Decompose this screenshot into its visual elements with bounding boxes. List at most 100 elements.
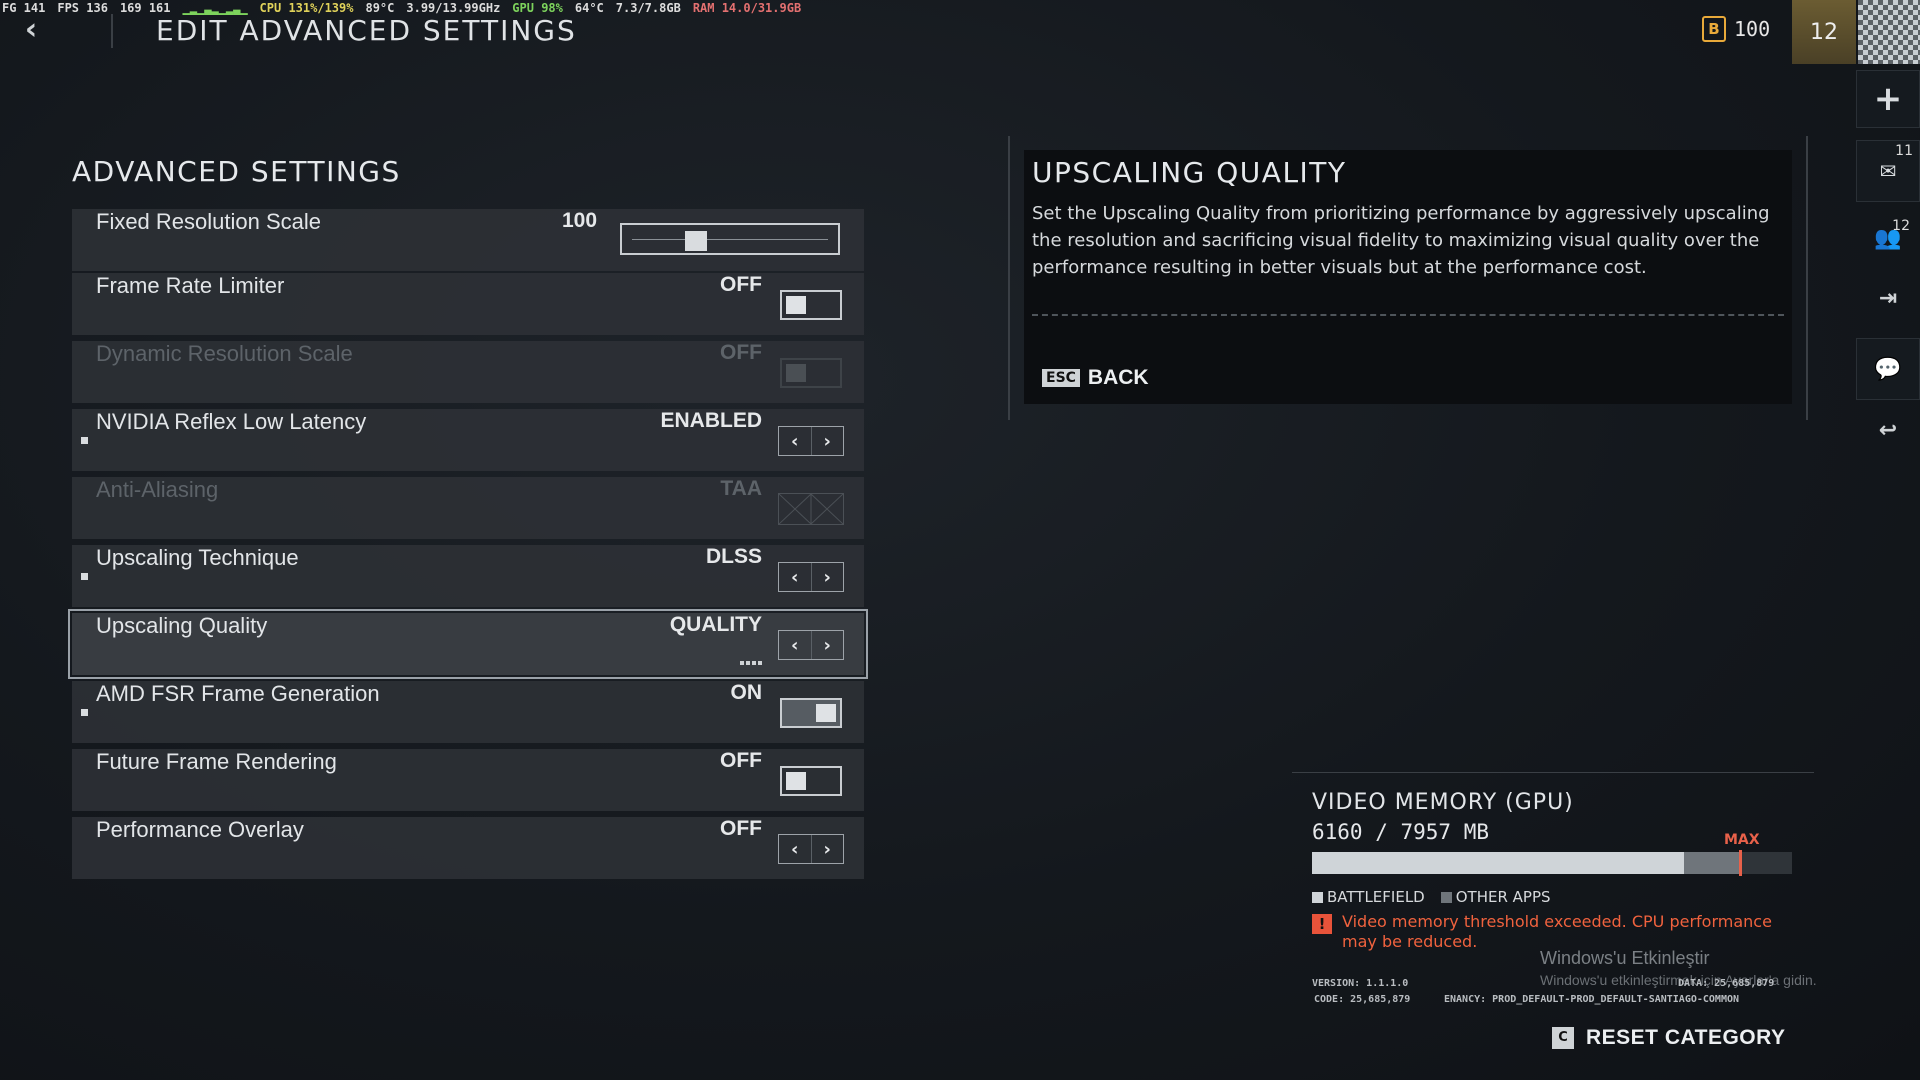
setting-label: Fixed Resolution Scale (96, 209, 322, 234)
esc-back-button[interactable]: ESC BACK (1042, 366, 1149, 390)
back-button[interactable]: ‹ (14, 14, 48, 48)
gpu-temp-readout: 64°C (574, 1, 604, 15)
tenancy-text: ENANCY: PROD_DEFAULT-PROD_DEFAULT-SANTIA… (1444, 994, 1740, 1005)
chevron-right-icon[interactable]: › (810, 563, 844, 591)
chevron-left-icon[interactable]: ‹ (779, 563, 811, 591)
rank-badge[interactable]: 12 (1792, 0, 1856, 64)
code-text: CODE: 25,685,879 (1314, 994, 1411, 1005)
back-label: BACK (1087, 366, 1149, 389)
setting-value: DLSS (705, 545, 762, 568)
info-description: Set the Upscaling Quality from prioritiz… (1032, 203, 1770, 278)
other-apps-usage-fill (1684, 852, 1742, 874)
dynamic-resolution-toggle (780, 358, 842, 388)
chat-bubble-icon: 💬 (1874, 356, 1902, 382)
setting-row-upscaling-quality[interactable]: Upscaling Quality QUALITY ‹ › (68, 609, 868, 679)
changed-indicator (81, 437, 88, 444)
mail-icon: ✉ (1879, 159, 1897, 183)
option-arrows: ‹ › (778, 630, 844, 660)
setting-row-nvidia-reflex[interactable]: NVIDIA Reflex Low Latency ENABLED ‹ › (72, 409, 864, 471)
exit-party-button[interactable]: ↩ (1860, 408, 1916, 452)
disabled-arrows (778, 493, 844, 525)
info-panel: UPSCALING QUALITY Set the Upscaling Qual… (1024, 150, 1792, 404)
setting-label: Performance Overlay (96, 817, 304, 842)
cpu-temp-readout: 89°C (365, 1, 395, 15)
setting-label: Anti-Aliasing (96, 477, 219, 502)
vram-readout: 7.3/7.8GB (615, 1, 681, 15)
video-memory-value: 6160 / 7957 MB (1312, 820, 1490, 844)
warning-text: Video memory threshold exceeded. CPU per… (1342, 912, 1772, 951)
plus-icon: + (1873, 79, 1903, 119)
warning-icon: ! (1312, 914, 1332, 934)
legend-swatch (1440, 892, 1452, 903)
cpu-clock-readout: 3.99/13.99GHz (406, 1, 501, 15)
rank-number: 12 (1810, 19, 1838, 45)
setting-row-fixed-resolution-scale[interactable]: Fixed Resolution Scale 100 (72, 209, 864, 271)
inbox-button[interactable]: 11 ✉ (1856, 140, 1920, 202)
battlefield-usage-fill (1312, 852, 1684, 874)
currency-display[interactable]: B 100 (1702, 16, 1770, 42)
fsr-frame-generation-toggle[interactable] (780, 698, 842, 728)
add-friend-button[interactable]: + (1856, 70, 1920, 128)
chevron-right-icon[interactable]: › (810, 631, 844, 659)
frametime-graph: ▁▂▁▃▂▁▂▃▁ (182, 1, 248, 15)
fps-range-readout: 169 161 (119, 1, 171, 15)
c-key-icon: C (1552, 1027, 1574, 1049)
changed-indicator (81, 573, 88, 580)
squad-join-button[interactable]: ⇥ (1860, 276, 1916, 320)
reset-category-label: RESET CATEGORY (1586, 1026, 1786, 1049)
data-text: DATA: 25,685,879 (1678, 978, 1775, 989)
memory-legend: BATTLEFIELD OTHER APPS (1312, 888, 1551, 906)
setting-value: OFF (720, 749, 762, 772)
setting-value: ENABLED (660, 409, 762, 432)
setting-row-future-frame-rendering[interactable]: Future Frame Rendering OFF (72, 749, 864, 811)
info-title: UPSCALING QUALITY (1032, 156, 1347, 189)
info-divider (1032, 314, 1784, 316)
arrow-into-box-icon: ⇥ (1878, 285, 1898, 311)
legend-label: BATTLEFIELD (1327, 888, 1425, 906)
chevron-right-icon[interactable]: › (810, 835, 844, 863)
page-title: EDIT ADVANCED SETTINGS (156, 14, 577, 47)
toggle-knob (816, 704, 836, 722)
toggle-knob (786, 296, 806, 314)
setting-label: NVIDIA Reflex Low Latency (96, 409, 367, 434)
disabled-cross-icon (778, 493, 844, 525)
chevron-left-icon: ‹ (24, 12, 38, 47)
setting-label: Dynamic Resolution Scale (96, 341, 353, 366)
setting-label: Frame Rate Limiter (96, 273, 285, 298)
avatar[interactable] (1858, 0, 1920, 64)
frame-rate-limiter-toggle[interactable] (780, 290, 842, 320)
max-threshold-marker (1739, 850, 1743, 876)
section-title: ADVANCED SETTINGS (72, 155, 401, 188)
resolution-scale-slider[interactable] (620, 223, 840, 255)
option-position-dots (740, 661, 762, 665)
battlefield-coin-icon: B (1702, 16, 1726, 42)
setting-row-performance-overlay[interactable]: Performance Overlay OFF ‹ › (72, 817, 864, 879)
cpu-readout: CPU 131%/139% (259, 1, 354, 15)
setting-row-anti-aliasing: Anti-Aliasing TAA (72, 477, 864, 539)
chevron-left-icon[interactable]: ‹ (779, 835, 811, 863)
slider-track (632, 239, 828, 240)
setting-label: Future Frame Rendering (96, 749, 337, 774)
chevron-right-icon[interactable]: › (810, 427, 844, 455)
chevron-left-icon[interactable]: ‹ (779, 427, 811, 455)
future-frame-rendering-toggle[interactable] (780, 766, 842, 796)
setting-row-amd-fsr-frame-generation[interactable]: AMD FSR Frame Generation ON (72, 681, 864, 743)
reset-category-button[interactable]: C RESET CATEGORY (1552, 1026, 1786, 1050)
toggle-knob (786, 364, 806, 382)
ram-readout: RAM 14.0/31.9GB (692, 1, 802, 15)
option-arrows: ‹ › (778, 426, 844, 456)
inbox-count-badge: 11 (1895, 143, 1913, 159)
chevron-left-icon[interactable]: ‹ (779, 631, 811, 659)
friends-count-badge: 12 (1892, 218, 1910, 234)
legend-other-apps: OTHER APPS (1440, 888, 1551, 906)
currency-amount: 100 (1734, 17, 1771, 41)
version-text: VERSION: 1.1.1.0 (1312, 978, 1409, 989)
slider-thumb[interactable] (685, 231, 708, 251)
option-arrows: ‹ › (778, 834, 844, 864)
setting-row-frame-rate-limiter[interactable]: Frame Rate Limiter OFF (72, 273, 864, 335)
friends-button[interactable]: 12 👥 (1860, 216, 1916, 260)
legend-battlefield: BATTLEFIELD (1312, 888, 1425, 906)
setting-row-upscaling-technique[interactable]: Upscaling Technique DLSS ‹ › (72, 545, 864, 607)
setting-label: AMD FSR Frame Generation (96, 681, 380, 706)
chat-button[interactable]: 💬 (1856, 338, 1920, 400)
